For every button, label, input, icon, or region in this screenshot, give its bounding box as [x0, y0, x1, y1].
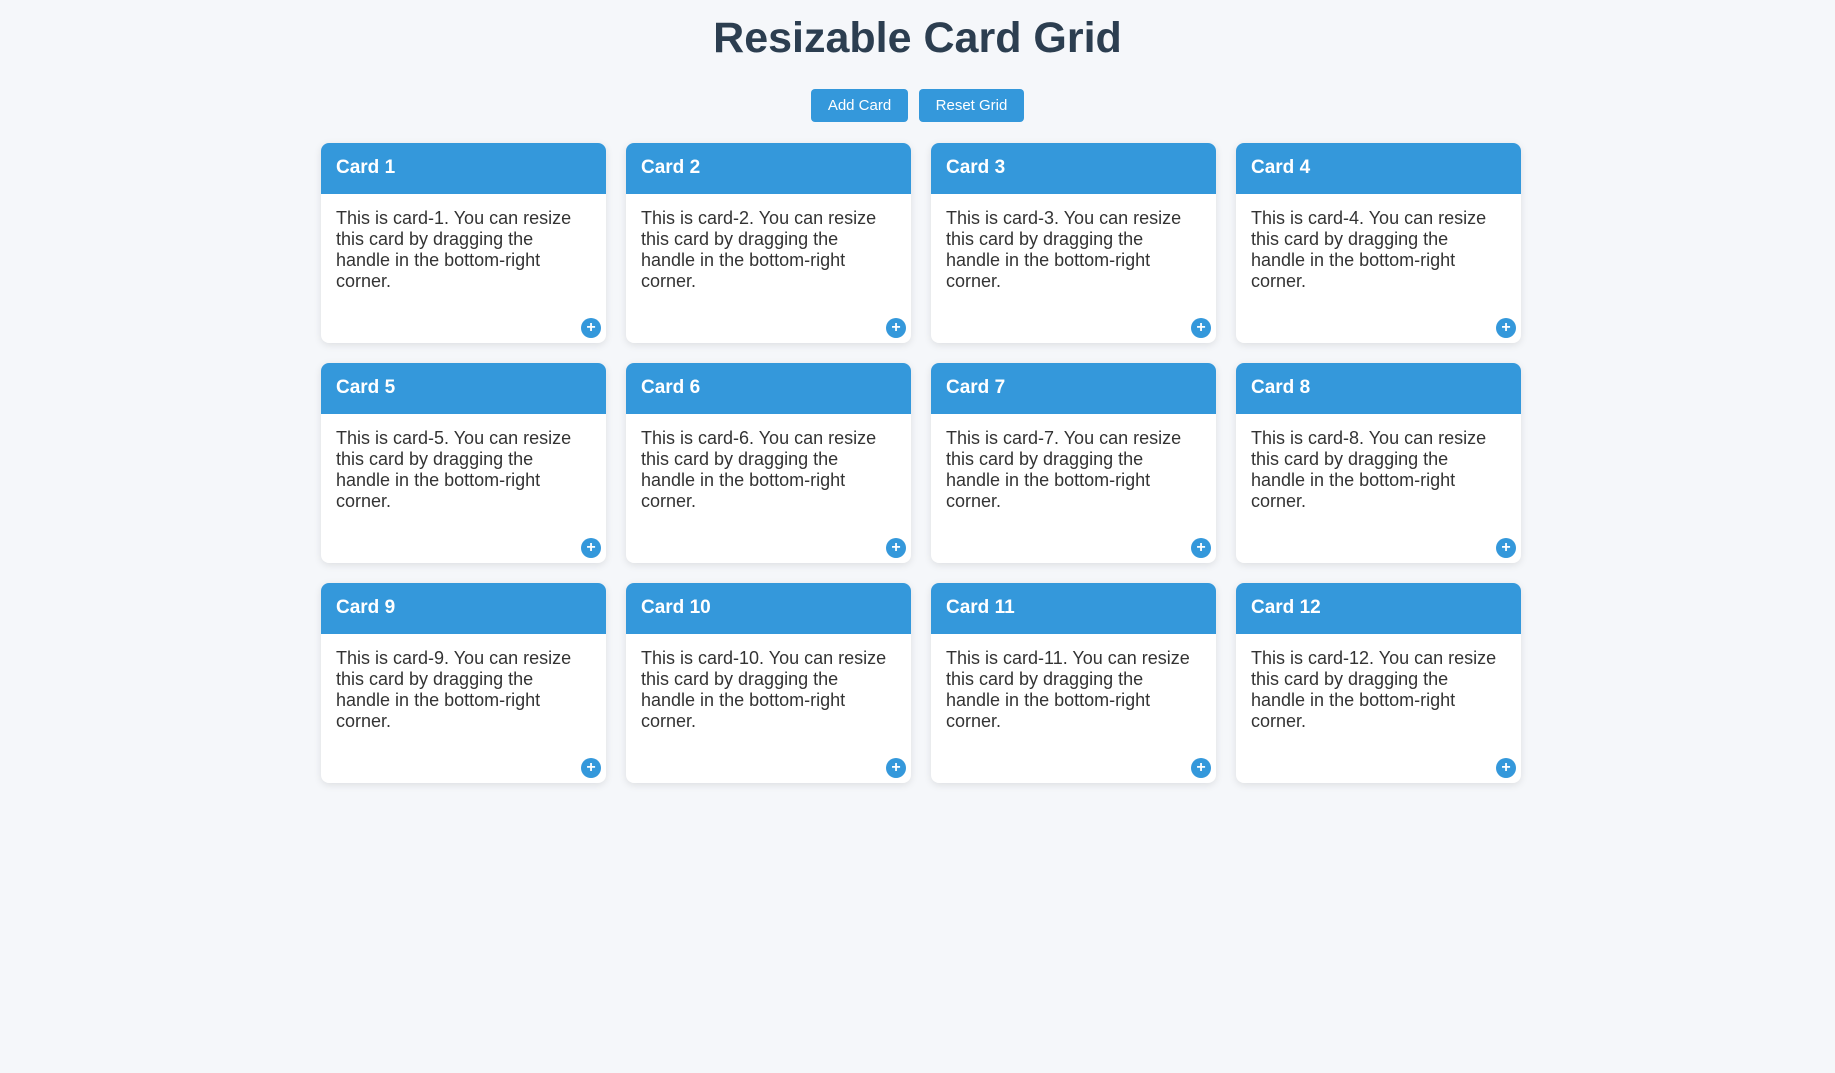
plus-icon[interactable]: +: [1496, 758, 1516, 778]
card-3: Card 3 This is card-3. You can resize th…: [931, 143, 1216, 343]
plus-icon[interactable]: +: [581, 758, 601, 778]
card-12: Card 12 This is card-12. You can resize …: [1236, 583, 1521, 783]
plus-icon[interactable]: +: [886, 318, 906, 338]
card-body: This is card-2. You can resize this card…: [641, 208, 877, 291]
card-11: Card 11 This is card-11. You can resize …: [931, 583, 1216, 783]
card-title: Card 4: [1236, 143, 1521, 194]
card-5: Card 5 This is card-5. You can resize th…: [321, 363, 606, 563]
card-grid: Card 1 This is card-1. You can resize th…: [321, 143, 1521, 783]
card-body: This is card-9. You can resize this card…: [336, 648, 572, 731]
card-2: Card 2 This is card-2. You can resize th…: [626, 143, 911, 343]
plus-icon[interactable]: +: [1191, 538, 1211, 558]
card-title: Card 10: [626, 583, 911, 634]
card-title: Card 2: [626, 143, 911, 194]
card-title: Card 7: [931, 363, 1216, 414]
card-body: This is card-1. You can resize this card…: [336, 208, 572, 291]
card-body: This is card-4. You can resize this card…: [1251, 208, 1487, 291]
page-title: Resizable Card Grid: [713, 14, 1122, 62]
card-6: Card 6 This is card-6. You can resize th…: [626, 363, 911, 563]
card-title: Card 9: [321, 583, 606, 634]
card-body: This is card-5. You can resize this card…: [336, 428, 572, 511]
card-body: This is card-6. You can resize this card…: [641, 428, 877, 511]
plus-icon[interactable]: +: [1496, 318, 1516, 338]
card-body: This is card-7. You can resize this card…: [946, 428, 1182, 511]
card-title: Card 6: [626, 363, 911, 414]
card-4: Card 4 This is card-4. You can resize th…: [1236, 143, 1521, 343]
add-card-button[interactable]: Add Card: [811, 89, 908, 122]
card-title: Card 12: [1236, 583, 1521, 634]
card-body: This is card-8. You can resize this card…: [1251, 428, 1487, 511]
reset-grid-button[interactable]: Reset Grid: [919, 89, 1024, 122]
card-title: Card 3: [931, 143, 1216, 194]
card-body: This is card-12. You can resize this car…: [1251, 648, 1497, 731]
toolbar: Add Card Reset Grid: [0, 89, 1835, 122]
card-body: This is card-3. You can resize this card…: [946, 208, 1182, 291]
card-10: Card 10 This is card-10. You can resize …: [626, 583, 911, 783]
card-7: Card 7 This is card-7. You can resize th…: [931, 363, 1216, 563]
card-1: Card 1 This is card-1. You can resize th…: [321, 143, 606, 343]
plus-icon[interactable]: +: [1496, 538, 1516, 558]
plus-icon[interactable]: +: [1191, 318, 1211, 338]
card-title: Card 1: [321, 143, 606, 194]
card-title: Card 5: [321, 363, 606, 414]
card-9: Card 9 This is card-9. You can resize th…: [321, 583, 606, 783]
plus-icon[interactable]: +: [886, 758, 906, 778]
plus-icon[interactable]: +: [581, 538, 601, 558]
plus-icon[interactable]: +: [581, 318, 601, 338]
card-8: Card 8 This is card-8. You can resize th…: [1236, 363, 1521, 563]
card-body: This is card-11. You can resize this car…: [946, 648, 1190, 731]
card-body: This is card-10. You can resize this car…: [641, 648, 887, 731]
card-title: Card 11: [931, 583, 1216, 634]
plus-icon[interactable]: +: [1191, 758, 1211, 778]
card-title: Card 8: [1236, 363, 1521, 414]
plus-icon[interactable]: +: [886, 538, 906, 558]
